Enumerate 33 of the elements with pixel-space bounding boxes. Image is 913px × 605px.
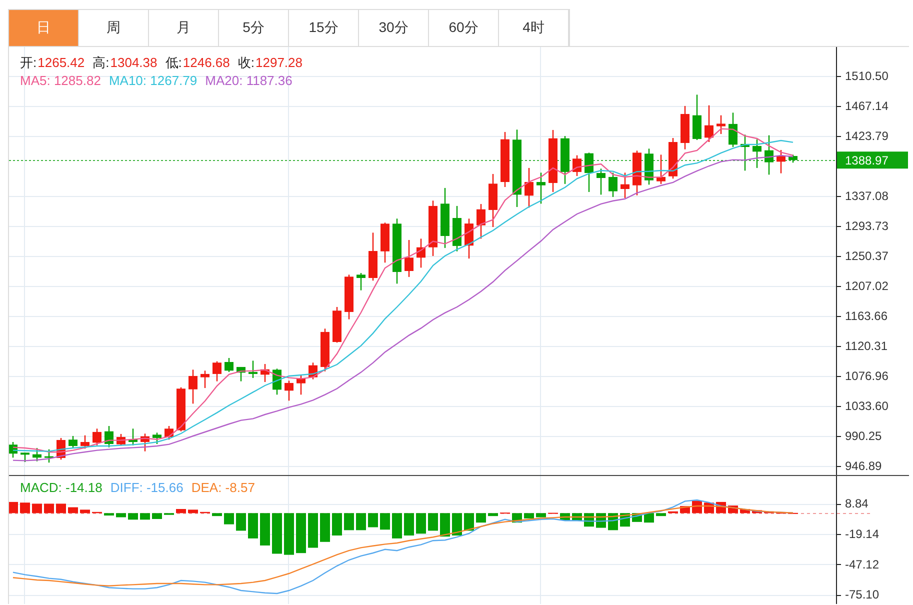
- axis-label: 1120.31: [845, 339, 888, 353]
- axis-label: 1293.73: [845, 219, 888, 233]
- quote-label: 开:: [20, 54, 37, 72]
- axis-label: 1467.14: [845, 99, 888, 113]
- axis-label: 1250.37: [845, 249, 888, 263]
- axis-label: 1337.08: [845, 189, 888, 203]
- quote-value: 1246.68: [182, 54, 230, 72]
- quote-label: 高:: [92, 54, 110, 72]
- axis-label: -47.12: [845, 557, 880, 572]
- quote-label: 低:: [165, 54, 182, 72]
- price-label: 1388.97: [837, 152, 908, 169]
- legend-text: MACD: -14.18: [20, 479, 102, 497]
- legend-text: MA20: 1187.36: [205, 72, 292, 90]
- axis-label: 1076.96: [845, 369, 888, 383]
- quote-value: 1265.42: [38, 54, 85, 72]
- quote-label: 收:: [238, 54, 254, 72]
- axis-label: 1207.02: [845, 279, 888, 293]
- axis-label: 1033.60: [845, 399, 888, 413]
- axis-label: 1423.79: [845, 129, 888, 143]
- legend-text: DEA: -8.57: [191, 479, 255, 497]
- legend-text: MA5: 1285.82: [20, 72, 101, 90]
- axis-label: -19.14: [845, 526, 880, 541]
- legend-text: DIFF: -15.66: [110, 479, 184, 497]
- axis-label: 1510.50: [845, 69, 888, 83]
- quote-value: 1297.28: [256, 54, 302, 72]
- axis-label: -75.10: [845, 588, 880, 602]
- legend-text: MA10: 1267.79: [108, 72, 198, 90]
- ref-line-label: 1388.97: [845, 154, 889, 168]
- axis-label: 1163.66: [845, 309, 888, 323]
- axis-label: 990.25: [845, 429, 882, 443]
- axis-label: 8.84: [845, 496, 868, 511]
- quote-value: 1304.38: [110, 54, 158, 72]
- axis-label: 946.89: [845, 459, 882, 473]
